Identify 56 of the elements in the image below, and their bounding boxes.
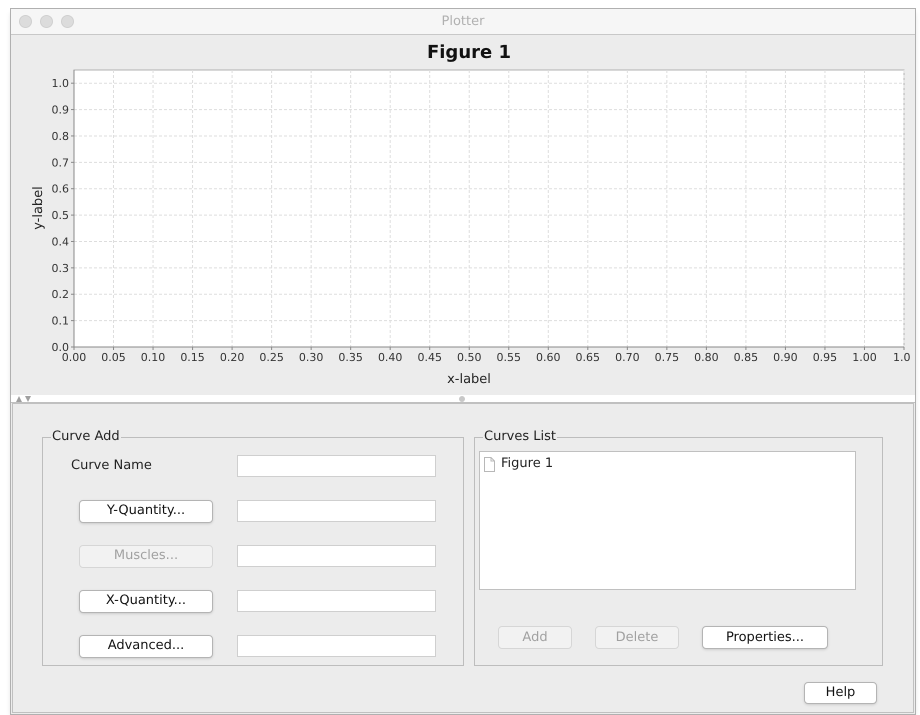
help-button[interactable]: Help [804,682,877,704]
splitter-handle-icon[interactable] [459,396,465,402]
minimize-window-icon[interactable] [40,15,53,28]
list-action-button[interactable]: Properties... [702,626,828,649]
axis-tick-label: 0.40 [378,351,402,364]
axis-tick-label: 0.50 [457,351,482,364]
text-field[interactable] [237,635,436,657]
axis-tick-label: 0.10 [140,351,166,364]
axis-tick-label: 0.0 [52,341,69,354]
axis-tick-label: 0.70 [615,351,640,364]
axis-tick-label: 0.9 [52,104,69,117]
curves-list[interactable]: Figure 1 [479,451,856,590]
axis-tick-label: 0.95 [812,351,838,364]
axis-tick-label: 0.1 [52,314,69,328]
axis-tick-label: 0.6 [52,182,69,196]
axis-tick-label: 0.65 [576,351,600,364]
axis-tick-label: 1.0 [893,351,910,364]
text-field[interactable] [237,590,436,612]
text-field[interactable] [237,545,436,567]
axis-tick-label: 0.90 [773,351,798,364]
axis-tick-label: 0.3 [52,262,69,275]
text-field[interactable] [237,500,436,522]
axis-tick-label: 0.80 [694,351,719,364]
axis-tick-label: 0.60 [536,351,561,364]
axis-tick-label: 0.75 [654,351,680,364]
axis-tick-label: 0.8 [52,130,69,143]
axis-label: x-label [447,372,491,387]
window-title: Plotter [442,12,484,31]
axis-tick-label: 0.30 [298,351,324,364]
quantity-button[interactable]: Y-Quantity... [79,500,213,522]
quantity-button[interactable]: Advanced... [79,634,213,658]
axis-tick-label: 0.85 [734,351,758,364]
list-item[interactable]: Figure 1 [480,454,855,474]
axis-tick-label: 0.25 [259,351,284,364]
chart-title: Figure 1 [426,42,512,63]
splitter-arrows-icon[interactable] [16,396,31,402]
zoom-window-icon[interactable] [61,15,74,28]
axis-tick-label: 0.2 [52,288,69,302]
quantity-button[interactable]: X-Quantity... [79,590,213,612]
field-label: Curve Name [71,457,152,476]
axis-tick-label: 0.15 [180,351,205,364]
axis-tick-label: 0.7 [52,156,69,170]
axis-tick-label: 0.5 [52,209,69,222]
axis-tick-label: 1.00 [852,351,877,364]
axis-tick-label: 0.45 [417,351,442,364]
axis-tick-label: 0.55 [496,351,521,364]
axis-tick-label: 0.20 [220,351,244,364]
axis-tick-label: 0.35 [338,351,363,364]
axis-tick-label: 0.00 [62,351,86,364]
axis-tick-label: 0.4 [52,235,69,248]
document-icon [484,456,495,472]
axis-label: y-label [31,186,46,230]
text-field[interactable] [237,455,436,477]
close-window-icon[interactable] [19,15,32,28]
axis-tick-label: 1.0 [52,77,69,90]
axis-tick-label: 0.05 [101,351,126,364]
